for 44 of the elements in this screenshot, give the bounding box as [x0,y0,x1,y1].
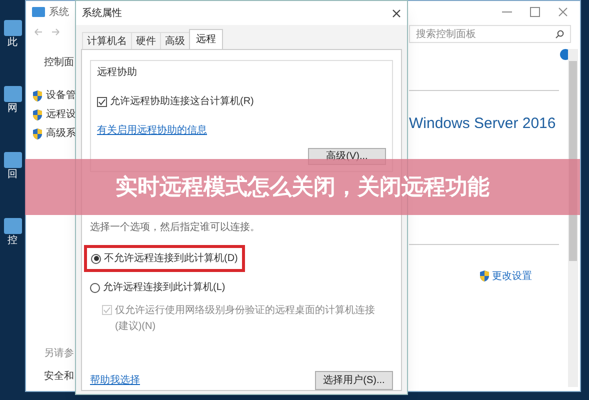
tab[interactable]: 高级 [160,32,189,49]
shield-icon [479,270,490,282]
nav-link[interactable]: 远程设 [46,107,76,122]
search-icon [555,30,564,38]
nav-link[interactable]: 设备管 [46,88,76,103]
monitor-icon [32,7,45,17]
desktop-icon-label: 回 [8,170,18,180]
shield-icon [32,108,43,120]
change-settings-link[interactable]: 更改设置 [492,268,532,284]
dialog-title: 系统属性 [82,6,122,20]
select-users-button[interactable]: 选择用户(S)... [315,371,393,390]
nav-link[interactable]: 安全和 [44,369,74,384]
checkbox-label: 仅允许运行使用网络级别身份验证的远程桌面的计算机连接(建议)(N) [115,304,376,334]
instruction-text: 选择一个选项，然后指定谁可以连接。 [90,220,260,235]
shield-icon [32,128,43,140]
info-link[interactable]: 有关启用远程协助的信息 [97,123,207,138]
desktop-icon-label: 控 [8,236,18,246]
radio-label: 允许远程连接到此计算机(L) [103,280,226,295]
checkbox[interactable] [97,96,107,106]
maximize-icon[interactable] [530,7,540,17]
section-heading: 另请参 [44,346,74,361]
radio-button[interactable] [91,254,101,264]
desktop-icon[interactable] [4,152,22,168]
desktop-icon-label: 此 [8,38,18,48]
search-field[interactable]: 搜索控制面板 [409,25,571,43]
nav-link[interactable]: 高级系 [46,126,76,141]
close-icon[interactable] [392,8,401,18]
radio-button[interactable] [90,282,100,292]
tab[interactable]: 硬件 [131,32,160,49]
help-link[interactable]: 帮助我选择 [90,373,140,388]
banner-title: 实时远程模式怎么关闭，关闭远程功能 [114,174,490,200]
desktop-icon[interactable] [4,218,22,234]
radio-label: 不允许远程连接到此计算机(D) [104,252,238,266]
nav-link[interactable]: 控制面 [44,55,76,70]
desktop-icon[interactable] [4,86,22,102]
group-title: 远程协助 [97,66,138,80]
desktop-icon-label: 网 [8,104,18,114]
edition-text: Windows Server 2016 [409,114,557,134]
window-title: 系统 [49,6,69,20]
desktop-icon[interactable] [4,20,22,36]
tab[interactable]: 计算机名 [82,32,131,49]
shield-icon [32,90,43,102]
checkbox-label: 允许远程协助连接这台计算机(R) [110,94,254,109]
tab[interactable]: 远程 [189,29,223,49]
